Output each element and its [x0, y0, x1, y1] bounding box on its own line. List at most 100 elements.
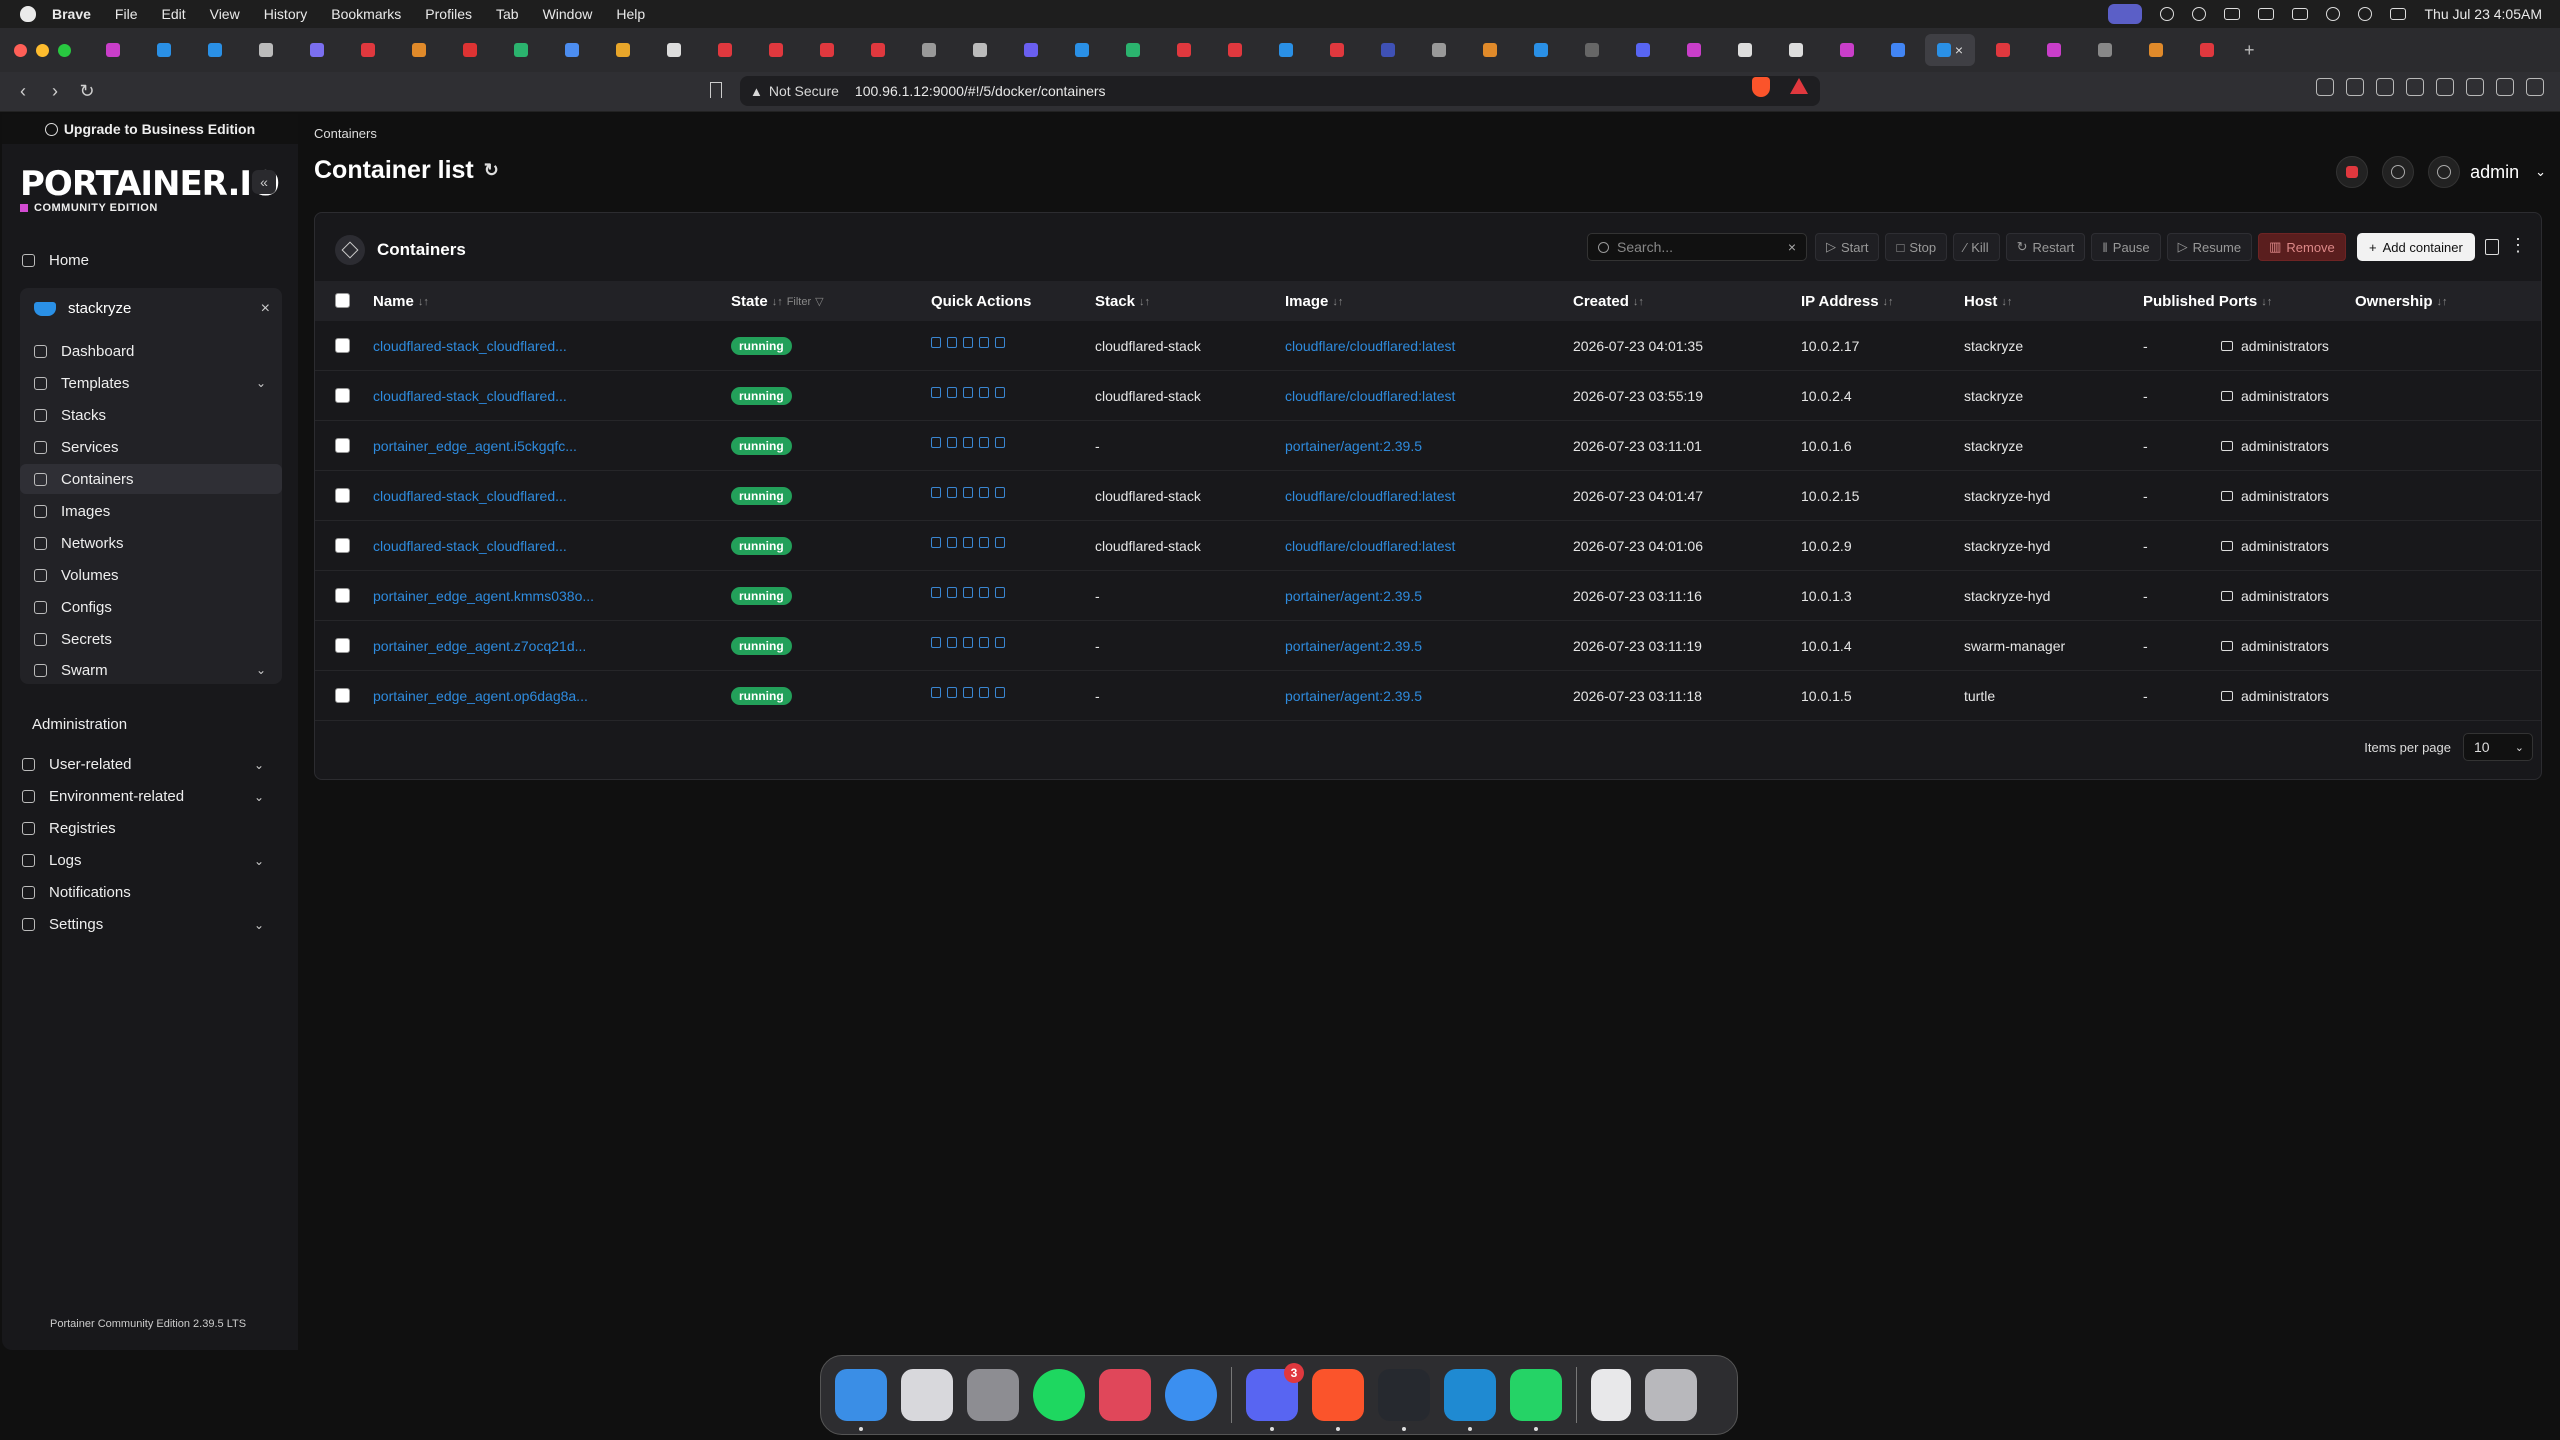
- stats-icon[interactable]: [963, 637, 973, 648]
- kill-button[interactable]: ⁄ Kill: [1953, 233, 2000, 261]
- extensions-icon[interactable]: [2316, 78, 2334, 96]
- col-ports[interactable]: Published Ports ↓↑: [2143, 293, 2272, 310]
- browser-tab[interactable]: [395, 34, 442, 66]
- container-name-link[interactable]: cloudflared-stack_cloudflared...: [373, 538, 567, 554]
- browser-tab[interactable]: [191, 34, 238, 66]
- container-name-link[interactable]: portainer_edge_agent.kmms038o...: [373, 588, 594, 604]
- minimize-window-icon[interactable]: [36, 43, 49, 57]
- chevron-down-icon[interactable]: ⌄: [254, 758, 264, 772]
- media-icon[interactable]: [2376, 78, 2394, 96]
- browser-tab[interactable]: [2081, 34, 2128, 66]
- browser-tab[interactable]: [599, 34, 646, 66]
- image-link[interactable]: portainer/agent:2.39.5: [1285, 438, 1422, 454]
- menu-tab[interactable]: Tab: [496, 6, 519, 22]
- moon-icon[interactable]: [2192, 7, 2207, 21]
- wifi-icon[interactable]: [2258, 8, 2275, 20]
- sidebar-item-configs[interactable]: Configs: [20, 592, 282, 622]
- sidebar-item-images[interactable]: Images: [20, 496, 282, 526]
- browser-tab[interactable]: [1670, 34, 1717, 66]
- col-host[interactable]: Host ↓↑: [1964, 293, 2012, 310]
- stats-icon[interactable]: [963, 437, 973, 448]
- inspect-icon[interactable]: [947, 487, 957, 498]
- browser-tab[interactable]: [1364, 34, 1411, 66]
- stats-icon[interactable]: [963, 337, 973, 348]
- logs-icon[interactable]: [931, 387, 941, 398]
- document-icon[interactable]: [1591, 1369, 1631, 1421]
- settings-app-icon[interactable]: [967, 1369, 1019, 1421]
- browser-tab[interactable]: [2030, 34, 2077, 66]
- attach-icon[interactable]: [995, 337, 1005, 348]
- search-input[interactable]: Search... ×: [1587, 233, 1807, 261]
- browser-tab[interactable]: [344, 34, 391, 66]
- console-icon[interactable]: [979, 487, 989, 498]
- col-stack[interactable]: Stack ↓↑: [1095, 293, 1150, 310]
- vpn-icon[interactable]: [2496, 78, 2514, 96]
- screen-share-icon[interactable]: [2108, 4, 2143, 24]
- col-created[interactable]: Created ↓↑: [1573, 293, 1644, 310]
- columns-icon[interactable]: [2485, 239, 2499, 255]
- browser-tab[interactable]: [140, 34, 187, 66]
- sidebar-item-volumes[interactable]: Volumes: [20, 560, 282, 590]
- stop-button[interactable]: □ Stop: [1885, 233, 1948, 261]
- sidebar-item-services[interactable]: Services: [20, 432, 282, 462]
- row-checkbox[interactable]: [335, 588, 350, 603]
- stats-icon[interactable]: [963, 587, 973, 598]
- brave-app-icon[interactable]: [1312, 1369, 1364, 1431]
- browser-tab[interactable]: [1721, 34, 1768, 66]
- image-link[interactable]: cloudflare/cloudflared:latest: [1285, 338, 1455, 354]
- brave-shields-icon[interactable]: [1752, 77, 1770, 97]
- close-environment-icon[interactable]: ×: [261, 300, 270, 318]
- menu-window[interactable]: Window: [543, 6, 593, 22]
- inspect-icon[interactable]: [947, 637, 957, 648]
- row-checkbox[interactable]: [335, 488, 350, 503]
- browser-tab[interactable]: [650, 34, 697, 66]
- row-checkbox[interactable]: [335, 688, 350, 703]
- menu-app-name[interactable]: Brave: [52, 6, 91, 22]
- browser-tab[interactable]: [293, 34, 340, 66]
- col-ip[interactable]: IP Address ↓↑: [1801, 293, 1894, 310]
- apple-icon[interactable]: [20, 6, 36, 22]
- inspect-icon[interactable]: [947, 687, 957, 698]
- help-button[interactable]: [2382, 156, 2415, 188]
- container-name-link[interactable]: portainer_edge_agent.z7ocq21d...: [373, 638, 586, 654]
- console-icon[interactable]: [979, 337, 989, 348]
- browser-tab[interactable]: [1415, 34, 1462, 66]
- browser-tab[interactable]: [1262, 34, 1309, 66]
- browser-tab[interactable]: [497, 34, 544, 66]
- resume-button[interactable]: ▷ Resume: [2166, 233, 2253, 261]
- row-checkbox[interactable]: [335, 438, 350, 453]
- stats-icon[interactable]: [963, 537, 973, 548]
- browser-tab[interactable]: [803, 34, 850, 66]
- stats-icon[interactable]: [963, 487, 973, 498]
- browser-tab[interactable]: [1619, 34, 1666, 66]
- logs-icon[interactable]: [931, 587, 941, 598]
- attach-icon[interactable]: [995, 587, 1005, 598]
- notifications-button[interactable]: [2336, 156, 2369, 188]
- browser-tab[interactable]: [1568, 34, 1615, 66]
- select-all-checkbox[interactable]: [335, 293, 350, 308]
- chevron-down-icon[interactable]: ⌄: [256, 376, 266, 390]
- browser-tab[interactable]: [1517, 34, 1564, 66]
- siri-icon[interactable]: [2358, 7, 2373, 21]
- menubar-clock[interactable]: Thu Jul 23 4:05AM: [2424, 6, 2542, 22]
- menu-history[interactable]: History: [264, 6, 308, 22]
- attach-icon[interactable]: [995, 487, 1005, 498]
- browser-tab[interactable]: [701, 34, 748, 66]
- status-dot-icon[interactable]: [2160, 7, 2175, 21]
- restart-button[interactable]: ↻ Restart: [2005, 233, 2086, 261]
- close-window-icon[interactable]: [14, 43, 27, 57]
- browser-tab[interactable]: [548, 34, 595, 66]
- browser-tab[interactable]: [905, 34, 952, 66]
- browser-tab[interactable]: [1109, 34, 1156, 66]
- row-checkbox[interactable]: [335, 388, 350, 403]
- upgrade-banner[interactable]: Upgrade to Business Edition: [2, 114, 298, 144]
- container-name-link[interactable]: cloudflared-stack_cloudflared...: [373, 338, 567, 354]
- filter-icon[interactable]: ▽: [815, 295, 823, 308]
- container-name-link[interactable]: cloudflared-stack_cloudflared...: [373, 388, 567, 404]
- clear-search-icon[interactable]: ×: [1788, 239, 1796, 255]
- security-label[interactable]: Not Secure: [769, 83, 839, 99]
- add-container-button[interactable]: + Add container: [2357, 233, 2475, 261]
- finder-app-icon[interactable]: [835, 1369, 887, 1431]
- image-link[interactable]: cloudflare/cloudflared:latest: [1285, 388, 1455, 404]
- collapse-sidebar-button[interactable]: «: [252, 170, 276, 194]
